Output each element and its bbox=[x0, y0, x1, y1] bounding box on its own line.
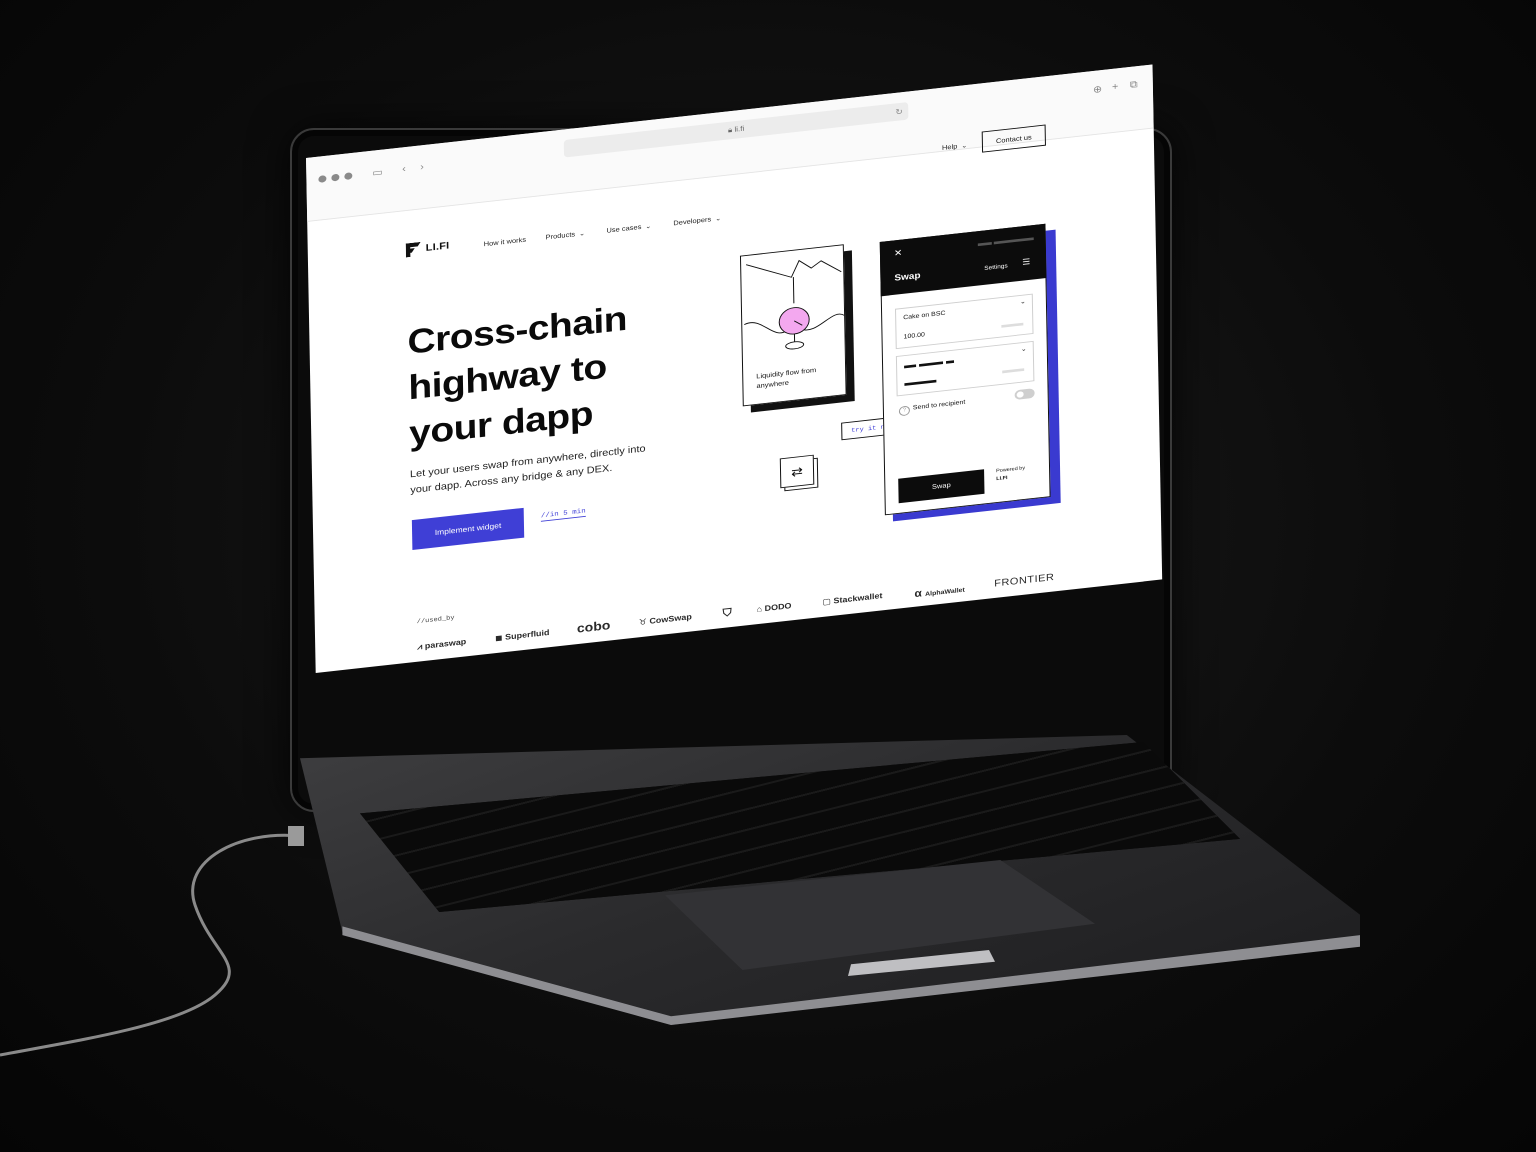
partner-logo-stackwallet: ▢ Stackwallet bbox=[822, 591, 882, 607]
forward-icon[interactable]: › bbox=[420, 162, 424, 173]
partner-name: DODO bbox=[764, 601, 792, 613]
laptop-screen: ▭ ‹ › 🔒︎ li.fi ↻ ⊕ + ⧉ LI.FI How it work… bbox=[306, 64, 1163, 673]
partner-logo-cowswap: ♉︎ CowSwap bbox=[639, 612, 692, 627]
chevron-down-icon[interactable]: ⌄ bbox=[1020, 298, 1026, 306]
alphawallet-icon: α bbox=[914, 586, 926, 600]
partner-logo-cobo: cobo bbox=[576, 617, 611, 636]
dodo-icon: ⌂ bbox=[756, 604, 765, 614]
paraswap-icon: ⩘ bbox=[417, 641, 425, 652]
partner-logo-alphawallet: α AlphaWallet bbox=[914, 582, 965, 600]
implement-widget-button[interactable]: Implement widget bbox=[411, 507, 525, 550]
settings-sliders-icon[interactable]: ☰ bbox=[1022, 257, 1030, 268]
nav-developers-label: Developers bbox=[673, 215, 712, 228]
nav-help-label: Help bbox=[941, 142, 958, 152]
new-tab-icon[interactable]: + bbox=[1112, 81, 1119, 92]
partner-name: AlphaWallet bbox=[925, 587, 965, 598]
stackwallet-icon: ▢ bbox=[822, 596, 834, 607]
partner-logo-frontier: FRONTIER bbox=[994, 572, 1055, 590]
superfluid-icon: ◼ bbox=[495, 632, 506, 643]
cow-icon: ♉︎ bbox=[638, 616, 650, 627]
nav-how-it-works[interactable]: How it works bbox=[484, 235, 527, 248]
nav-use-cases[interactable]: Use cases ⌄ bbox=[606, 222, 651, 235]
partner-name: Stackwallet bbox=[833, 591, 883, 606]
partner-logo-trust-icon: ⛉ bbox=[722, 605, 732, 620]
nav-products-label: Products bbox=[545, 230, 576, 242]
swap-arrows-icon[interactable]: ⇄ bbox=[779, 454, 815, 489]
in-5-min-note[interactable]: //in 5 min bbox=[540, 507, 586, 522]
partner-logo-paraswap: ⩘ paraswap bbox=[417, 637, 466, 652]
nav-help[interactable]: Help ⌄ bbox=[942, 141, 967, 152]
chevron-down-icon: ⌄ bbox=[961, 142, 968, 150]
tabs-overview-icon[interactable]: ⧉ bbox=[1130, 79, 1138, 90]
lifi-logo-mark-icon bbox=[406, 242, 421, 258]
chevron-down-icon[interactable]: ⌄ bbox=[1021, 345, 1027, 353]
hero-title: Cross-chain highway to your dapp bbox=[407, 288, 709, 458]
lifi-logo[interactable]: LI.FI bbox=[406, 239, 450, 258]
partner-name: paraswap bbox=[424, 637, 467, 651]
used-by-label: //used_by bbox=[416, 614, 455, 626]
sidebar-toggle-icon[interactable]: ▭ bbox=[372, 167, 383, 179]
chevron-down-icon: ⌄ bbox=[645, 223, 652, 231]
lifi-logo-text: LI.FI bbox=[425, 240, 450, 254]
nav-developers[interactable]: Developers ⌄ bbox=[673, 214, 721, 227]
window-close-dot[interactable] bbox=[318, 175, 327, 183]
address-bar[interactable]: 🔒︎ li.fi bbox=[563, 101, 909, 158]
partner-name: Superfluid bbox=[504, 627, 550, 642]
download-icon[interactable]: ⊕ bbox=[1093, 84, 1102, 96]
powered-by-lifi[interactable]: Powered by LI.FI bbox=[996, 465, 1025, 484]
chevron-down-icon: ⌄ bbox=[579, 230, 586, 238]
nav-use-cases-label: Use cases bbox=[606, 222, 642, 235]
chevron-down-icon: ⌄ bbox=[715, 215, 722, 223]
nav-products[interactable]: Products ⌄ bbox=[545, 229, 585, 241]
partner-name: CowSwap bbox=[649, 612, 692, 626]
partner-logo-superfluid: ◼ Superfluid bbox=[495, 628, 550, 644]
back-icon[interactable]: ‹ bbox=[402, 164, 406, 175]
window-minimize-dot[interactable] bbox=[331, 173, 340, 182]
reload-icon[interactable]: ↻ bbox=[895, 106, 903, 117]
window-zoom-dot[interactable] bbox=[344, 172, 353, 181]
close-icon[interactable]: ✕ bbox=[894, 248, 903, 259]
partner-logo-dodo: ⌂ DODO bbox=[757, 601, 792, 614]
address-bar-url: li.fi bbox=[734, 124, 745, 134]
